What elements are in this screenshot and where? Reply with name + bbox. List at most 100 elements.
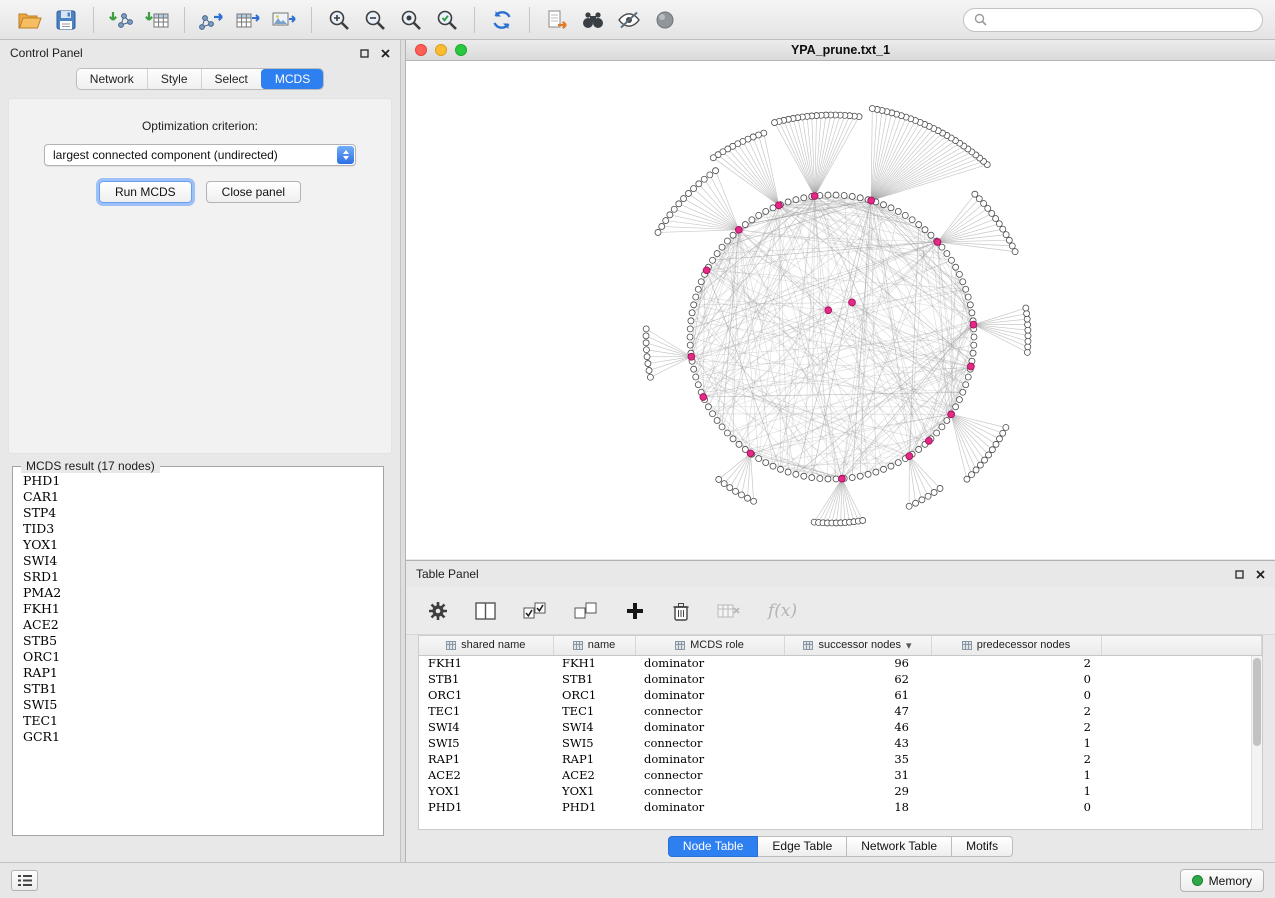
table-cell[interactable]: 29 [784,783,931,799]
table-cell[interactable]: 0 [931,687,1101,703]
table-cell[interactable]: connector [635,703,784,719]
zoom-in-button[interactable] [321,5,357,35]
column-header-predecessor-nodes[interactable]: predecessor nodes [931,636,1101,655]
table-cell[interactable]: 31 [784,767,931,783]
table-cell[interactable]: dominator [635,751,784,767]
tab-network-table[interactable]: Network Table [847,836,952,857]
refresh-view-button[interactable] [484,5,520,35]
tab-edge-table[interactable]: Edge Table [758,836,847,857]
table-cell[interactable]: PHD1 [553,799,635,815]
table-cell[interactable]: 96 [784,655,931,671]
network-canvas[interactable] [406,61,1275,559]
table-cell[interactable]: dominator [635,687,784,703]
table-row[interactable]: STB1STB1dominator620 [419,671,1262,687]
tab-style[interactable]: Style [147,69,201,89]
table-cell[interactable]: SWI4 [419,719,553,735]
mcds-result-item[interactable]: PHD1 [17,473,379,489]
close-panel-icon[interactable] [1256,570,1265,579]
table-row[interactable]: SWI4SWI4dominator462 [419,719,1262,735]
table-row[interactable]: SWI5SWI5connector431 [419,735,1262,751]
mcds-result-item[interactable]: PMA2 [17,585,379,601]
table-cell[interactable]: 62 [784,671,931,687]
table-row[interactable]: RAP1RAP1dominator352 [419,751,1262,767]
table-cell[interactable]: STB1 [553,671,635,687]
table-settings-gear-icon[interactable] [428,601,448,621]
table-scrollbar[interactable] [1251,656,1262,829]
import-table-button[interactable] [139,5,175,35]
table-cell[interactable]: 0 [931,671,1101,687]
table-cell[interactable]: TEC1 [553,703,635,719]
table-cell[interactable]: connector [635,767,784,783]
table-cell[interactable]: 18 [784,799,931,815]
unselect-all-icon[interactable] [574,602,598,620]
share-document-button[interactable] [539,5,575,35]
export-network-button[interactable] [194,5,230,35]
table-row[interactable]: YOX1YOX1connector291 [419,783,1262,799]
table-cell[interactable]: YOX1 [419,783,553,799]
tab-node-table[interactable]: Node Table [668,836,759,857]
table-cell[interactable]: 2 [931,751,1101,767]
table-cell[interactable]: ORC1 [553,687,635,703]
mcds-result-item[interactable]: TID3 [17,521,379,537]
tab-motifs[interactable]: Motifs [952,836,1013,857]
mcds-result-item[interactable]: SRD1 [17,569,379,585]
network-graph[interactable] [406,61,1275,559]
table-cell[interactable]: TEC1 [419,703,553,719]
table-cell[interactable]: 43 [784,735,931,751]
window-minimize-icon[interactable] [435,44,447,56]
table-cell[interactable]: dominator [635,719,784,735]
table-cell[interactable]: dominator [635,655,784,671]
tab-select[interactable]: Select [201,69,261,89]
table-cell[interactable]: 2 [931,719,1101,735]
mcds-result-item[interactable]: STB1 [17,681,379,697]
delete-column-icon[interactable] [672,601,690,621]
mcds-result-item[interactable]: RAP1 [17,665,379,681]
tab-mcds[interactable]: MCDS [261,69,323,89]
close-panel-icon[interactable] [381,49,390,58]
select-all-icon[interactable] [523,602,547,620]
table-cell[interactable]: 46 [784,719,931,735]
table-row[interactable]: PHD1PHD1dominator180 [419,799,1262,815]
add-column-icon[interactable] [625,601,645,621]
export-table-button[interactable] [230,5,266,35]
export-image-button[interactable] [266,5,302,35]
table-cell[interactable]: dominator [635,671,784,687]
zoom-fit-button[interactable] [393,5,429,35]
table-cell[interactable]: SWI5 [419,735,553,751]
table-cell[interactable]: 61 [784,687,931,703]
mcds-result-item[interactable]: YOX1 [17,537,379,553]
table-cell[interactable]: RAP1 [553,751,635,767]
table-cell[interactable]: FKH1 [419,655,553,671]
window-close-icon[interactable] [415,44,427,56]
table-cell[interactable]: 47 [784,703,931,719]
table-cell[interactable]: ACE2 [553,767,635,783]
table-cell[interactable]: connector [635,735,784,751]
window-maximize-icon[interactable] [455,44,467,56]
mcds-result-item[interactable]: CAR1 [17,489,379,505]
show-graphics-details-button[interactable] [647,5,683,35]
table-cell[interactable]: STB1 [419,671,553,687]
table-row[interactable]: TEC1TEC1connector472 [419,703,1262,719]
mcds-result-item[interactable]: TEC1 [17,713,379,729]
table-cell[interactable]: 1 [931,783,1101,799]
scrollbar-thumb[interactable] [1253,658,1261,746]
column-header-shared-name[interactable]: shared name [419,636,553,655]
zoom-out-button[interactable] [357,5,393,35]
task-history-button[interactable] [11,870,38,891]
optimization-criterion-select[interactable]: largest connected component (undirected) [44,144,356,166]
table-cell[interactable]: 2 [931,655,1101,671]
import-network-button[interactable] [103,5,139,35]
table-cell[interactable]: SWI5 [553,735,635,751]
sort-dropdown-icon[interactable]: ▾ [906,639,912,652]
mcds-result-item[interactable]: SWI5 [17,697,379,713]
search-box[interactable] [963,8,1263,32]
mcds-result-item[interactable]: ORC1 [17,649,379,665]
mcds-result-item[interactable]: SWI4 [17,553,379,569]
mcds-result-item[interactable]: ACE2 [17,617,379,633]
table-cell[interactable]: YOX1 [553,783,635,799]
table-cell[interactable]: RAP1 [419,751,553,767]
hide-selected-button[interactable] [611,5,647,35]
mcds-result-item[interactable]: STP4 [17,505,379,521]
float-panel-icon[interactable] [360,49,369,58]
close-panel-button[interactable]: Close panel [206,181,301,203]
